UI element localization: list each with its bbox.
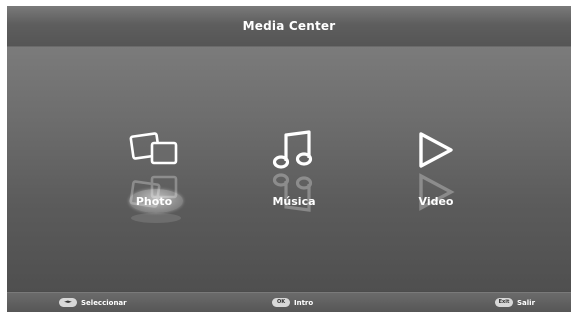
hint-exit: Exit Salir xyxy=(495,298,535,307)
exit-key-icon: Exit xyxy=(495,298,513,307)
hint-label: Intro xyxy=(294,298,314,307)
hint-label: Salir xyxy=(517,298,536,307)
hint-enter: OK Intro xyxy=(272,298,313,307)
menu-item-label: Música xyxy=(272,195,316,208)
footer-hint-bar: ◄► Seleccionar OK Intro Exit Salir xyxy=(7,292,571,312)
page-title: Media Center xyxy=(242,19,336,33)
arrow-keys-icon: ◄► xyxy=(59,298,77,307)
hint-label: Seleccionar xyxy=(81,298,127,307)
menu-item-label: Photo xyxy=(135,195,173,208)
title-bar: Media Center xyxy=(7,6,571,47)
hint-select: ◄► Seleccionar xyxy=(59,298,127,307)
ok-key-icon: OK xyxy=(272,298,290,307)
selection-reflection xyxy=(131,213,181,223)
menu-area: Photo Música Video xyxy=(7,47,571,291)
menu-item-label: Video xyxy=(418,195,454,208)
photo-icon xyxy=(129,132,178,165)
music-note-icon xyxy=(272,130,313,169)
media-center-screen: Media Center Photo Música Video ◄► Selec… xyxy=(7,6,571,312)
menu-item-video[interactable]: Video xyxy=(391,129,481,219)
menu-item-photo[interactable]: Photo xyxy=(109,129,199,223)
menu-item-music[interactable]: Música xyxy=(249,129,339,219)
play-icon xyxy=(419,132,453,168)
